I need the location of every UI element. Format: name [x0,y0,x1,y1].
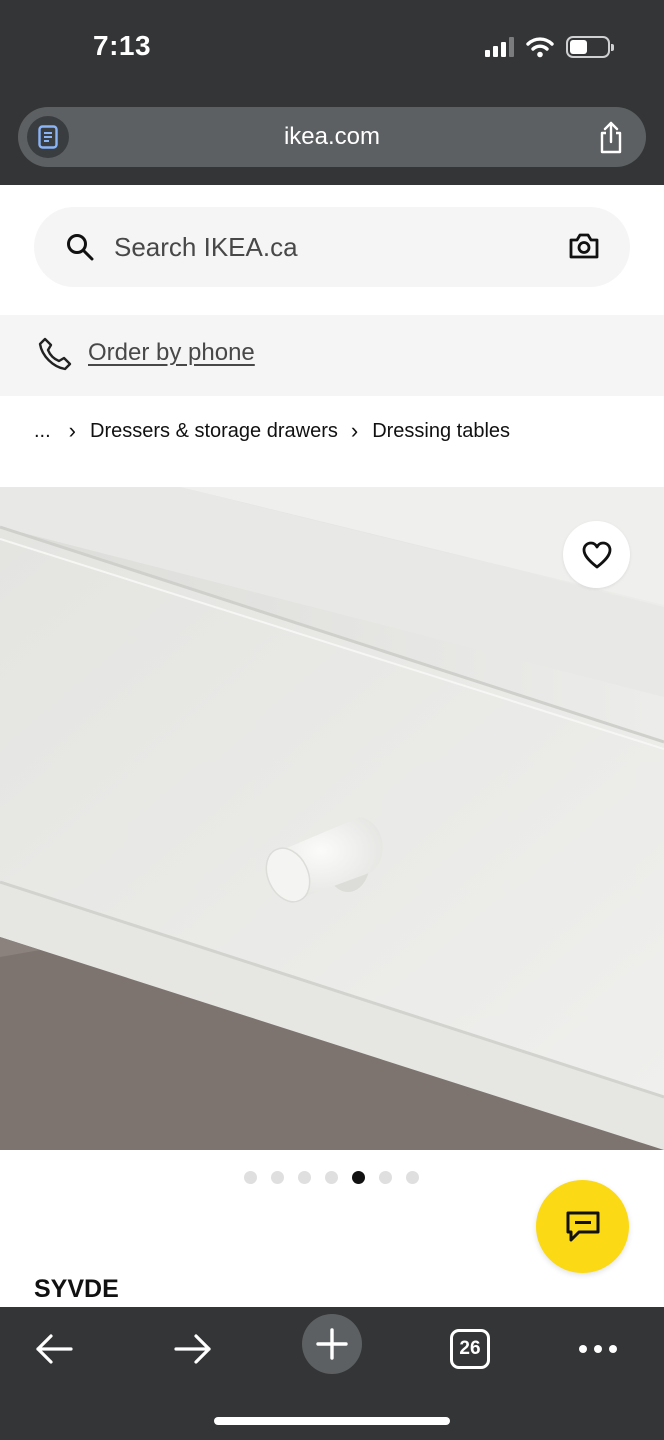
chat-button[interactable] [536,1180,629,1273]
chat-icon [566,1211,599,1241]
tabs-button[interactable]: 26 [448,1319,492,1379]
carousel-dot-active[interactable] [352,1171,365,1184]
search-input[interactable] [114,207,534,287]
more-button[interactable] [570,1319,626,1379]
chevron-right-icon: › [68,418,76,443]
more-icon [579,1345,617,1353]
order-by-phone-strip: Order by phone [0,315,664,396]
carousel-dot[interactable] [298,1171,311,1184]
carousel-dot[interactable] [325,1171,338,1184]
carousel-dots [244,1171,419,1184]
favorite-button[interactable] [563,521,630,588]
search-icon[interactable] [65,232,95,262]
product-name: SYVDE [34,1275,119,1303]
browser-top-chrome: 7:13 ikea.com [0,0,664,185]
heart-icon [582,541,611,568]
forward-arrow-icon [174,1334,211,1364]
carousel-dot[interactable] [406,1171,419,1184]
camera-icon[interactable] [568,231,600,261]
breadcrumb-ellipsis[interactable]: ... [34,420,51,443]
share-button[interactable] [596,121,626,160]
wifi-icon [526,37,554,58]
carousel-dot[interactable] [271,1171,284,1184]
url-text[interactable]: ikea.com [18,123,646,151]
back-arrow-icon [36,1334,73,1364]
home-indicator[interactable] [214,1417,450,1425]
plus-icon [316,1328,348,1360]
back-button[interactable] [24,1319,84,1379]
order-by-phone-link[interactable]: Order by phone [88,339,255,367]
cellular-signal-icon [485,37,514,57]
share-icon [600,121,622,154]
breadcrumb-item-dressing-tables[interactable]: Dressing tables [372,420,510,443]
tab-count: 26 [450,1329,490,1369]
status-icons [485,36,614,58]
chevron-right-icon: › [350,418,359,443]
search-box[interactable] [34,207,630,287]
product-photo [0,487,664,1150]
carousel-dot[interactable] [379,1171,392,1184]
forward-button[interactable] [163,1319,223,1379]
product-image[interactable] [0,487,664,1150]
new-tab-button[interactable] [302,1314,362,1374]
url-bar[interactable]: ikea.com [18,107,646,167]
status-time: 7:13 [93,30,152,61]
phone-icon [38,337,72,371]
breadcrumb-item-dressers[interactable]: Dressers & storage drawers [90,420,338,443]
carousel-dot[interactable] [244,1171,257,1184]
battery-icon [566,36,614,58]
breadcrumb: ... › Dressers & storage drawers › Dress… [34,418,510,444]
